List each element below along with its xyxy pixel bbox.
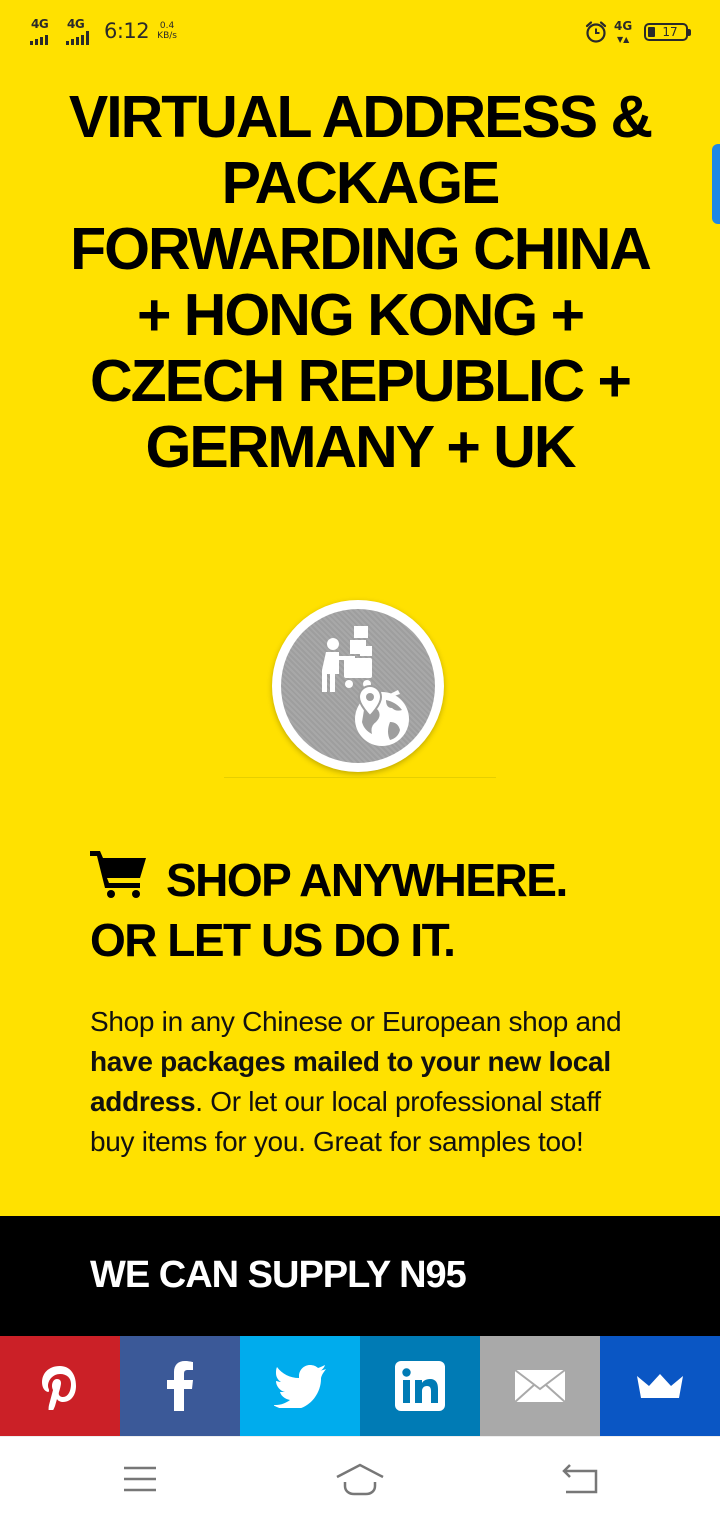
- battery-level: 17: [662, 25, 678, 39]
- shop-text-intro: Shop in any Chinese or European shop and: [90, 1006, 622, 1037]
- status-right: 4G ▼▲ 17: [584, 18, 691, 46]
- sumo-share-button[interactable]: [600, 1336, 720, 1436]
- shop-heading: SHOP ANYWHERE. OR LET US DO IT.: [90, 850, 650, 970]
- shop-description: Shop in any Chinese or European shop and…: [90, 1002, 650, 1162]
- share-bar: [0, 1336, 720, 1436]
- supply-title: WE CAN SUPPLY N95: [90, 1254, 467, 1296]
- home-button[interactable]: [330, 1459, 390, 1499]
- network-speed: 0.4 KB/s: [157, 21, 177, 41]
- alarm-icon: [585, 21, 607, 43]
- email-icon: [514, 1369, 566, 1403]
- menu-icon: [124, 1466, 156, 1492]
- back-icon: [562, 1464, 598, 1494]
- divider: [224, 777, 496, 778]
- shop-heading-line2: OR LET US DO IT.: [90, 914, 456, 966]
- forwarding-illustration: [272, 600, 444, 772]
- back-button[interactable]: [550, 1459, 610, 1499]
- menu-button[interactable]: [110, 1459, 170, 1499]
- linkedin-share-button[interactable]: [360, 1336, 480, 1436]
- network-type-right: 4G: [614, 19, 633, 33]
- home-icon: [336, 1463, 384, 1496]
- email-share-button[interactable]: [480, 1336, 600, 1436]
- twitter-icon: [274, 1365, 326, 1408]
- signal-icon: 4G: [30, 17, 60, 45]
- pinterest-icon: [42, 1366, 76, 1410]
- speed-value: 0.4: [159, 21, 175, 31]
- side-panel-handle[interactable]: [712, 144, 720, 224]
- facebook-icon: [167, 1361, 193, 1411]
- linkedin-icon: [395, 1361, 445, 1411]
- page-title: VIRTUAL ADDRESS & PACKAGE FORWARDING CHI…: [68, 84, 653, 480]
- facebook-share-button[interactable]: [120, 1336, 240, 1436]
- shop-heading-line1: SHOP ANYWHERE.: [166, 854, 568, 906]
- crown-icon: [637, 1374, 683, 1398]
- network-type-2: 4G: [67, 17, 85, 31]
- clock: 6:12: [104, 19, 150, 43]
- mobile-data-icon: 4G ▼▲: [614, 19, 633, 44]
- status-bar: 4G 4G 6:12 0.4 KB/s 4G ▼▲ 17: [0, 0, 720, 62]
- battery-icon: 17: [644, 23, 691, 41]
- signal-icon: 4G: [66, 17, 96, 45]
- speed-unit: KB/s: [157, 31, 177, 41]
- twitter-share-button[interactable]: [240, 1336, 360, 1436]
- pinterest-share-button[interactable]: [0, 1336, 120, 1436]
- system-nav-bar: [0, 1436, 720, 1520]
- shopping-globe-icon: [322, 626, 409, 746]
- status-left: 4G 4G 6:12 0.4 KB/s: [30, 16, 177, 46]
- network-type-1: 4G: [31, 17, 49, 31]
